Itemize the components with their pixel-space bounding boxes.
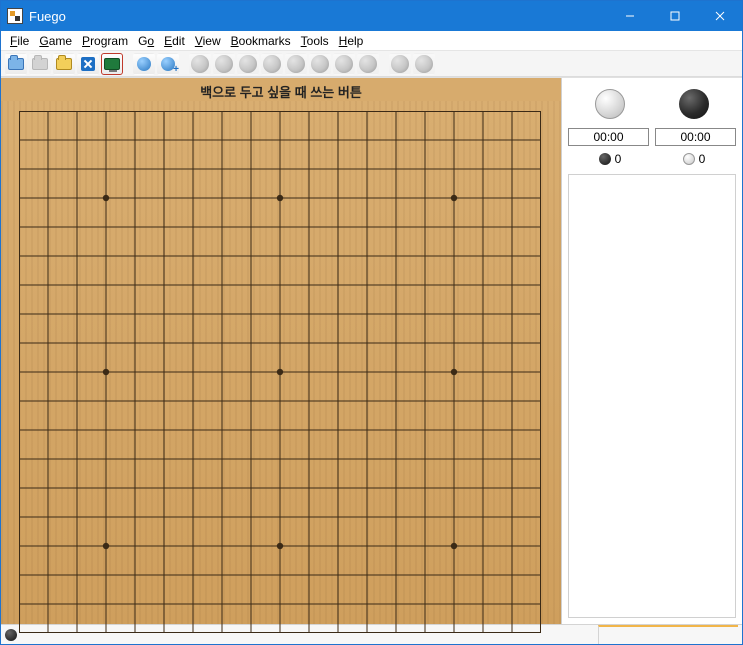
black-clock: 00:00 [655,128,736,146]
toolbar-nav-var-prev-button[interactable] [333,53,355,75]
new-file-icon [8,58,24,70]
toolbar-network-button[interactable] [133,53,155,75]
toolbar-new-button[interactable] [5,53,27,75]
black-captures-value: 0 [615,152,622,166]
gametree-panel[interactable] [568,174,736,618]
menu-game[interactable]: Game [34,33,77,49]
white-clock: 00:00 [568,128,649,146]
go-board[interactable] [1,101,561,624]
close-doc-icon [81,57,95,71]
toolbar-open-button[interactable] [53,53,75,75]
toolbar-nav-prev-button[interactable] [237,53,259,75]
toolbar-nav-next-button[interactable] [261,53,283,75]
titlebar[interactable]: Fuego [1,1,742,31]
toolbar-close-doc-button[interactable] [77,53,99,75]
menu-view[interactable]: View [190,33,226,49]
toolbar-nav-last-button[interactable] [309,53,331,75]
black-player-icon [679,89,709,119]
window-title: Fuego [29,9,66,24]
stone-icon [263,55,281,73]
menu-tools[interactable]: Tools [296,33,334,49]
capture-row: 0 0 [568,150,736,168]
statusbar-section [598,625,738,644]
maximize-button[interactable] [652,1,697,31]
stone-icon [359,55,377,73]
menu-help[interactable]: Help [334,33,369,49]
network-add-icon [161,57,175,71]
menu-file[interactable]: File [5,33,34,49]
stone-icon [191,55,209,73]
toolbar-save-button[interactable] [29,53,51,75]
turn-indicator-icon [5,629,17,641]
clock-row: 00:00 00:00 [568,128,736,146]
board-caption: 백으로 두고 싶을 때 쓰는 버튼 [1,78,561,101]
toolbar-nav-var-next-button[interactable] [357,53,379,75]
open-folder-icon [56,58,72,70]
menu-bookmarks[interactable]: Bookmarks [226,33,296,49]
toolbar-pass-button[interactable] [389,53,411,75]
toolbar-nav-next10-button[interactable] [285,53,307,75]
black-captures: 0 [599,152,622,166]
app-icon [7,8,23,24]
menubar: File Game Program Go Edit View Bookmarks… [1,31,742,51]
stone-icon [335,55,353,73]
engine-icon [104,58,120,70]
stone-icon [239,55,257,73]
black-stone-icon [599,153,611,165]
menu-program[interactable]: Program [77,33,133,49]
toolbar [1,51,742,77]
white-captures-value: 0 [699,152,706,166]
save-icon [32,58,48,70]
board-panel: 백으로 두고 싶을 때 쓰는 버튼 [1,78,561,624]
close-button[interactable] [697,1,742,31]
toolbar-interrupt-button[interactable] [413,53,435,75]
menu-edit[interactable]: Edit [159,33,190,49]
menu-go[interactable]: Go [133,33,159,49]
white-stone-icon [683,153,695,165]
white-captures: 0 [683,152,706,166]
toolbar-nav-prev10-button[interactable] [213,53,235,75]
window-controls [607,1,742,31]
content-area: 백으로 두고 싶을 때 쓰는 버튼 00:00 00:00 0 [1,77,742,624]
white-player-icon [595,89,625,119]
network-icon [137,57,151,71]
sidebar: 00:00 00:00 0 0 [561,78,742,624]
minimize-button[interactable] [607,1,652,31]
app-window: Fuego File Game Program Go Edit View Boo… [0,0,743,645]
stone-icon [287,55,305,73]
toolbar-engine-button[interactable] [101,53,123,75]
stone-icon [311,55,329,73]
stone-icon [215,55,233,73]
stone-icon [415,55,433,73]
board-grid [19,111,541,633]
toolbar-network-add-button[interactable] [157,53,179,75]
stone-icon [391,55,409,73]
toolbar-nav-first-button[interactable] [189,53,211,75]
player-indicator [568,84,736,124]
